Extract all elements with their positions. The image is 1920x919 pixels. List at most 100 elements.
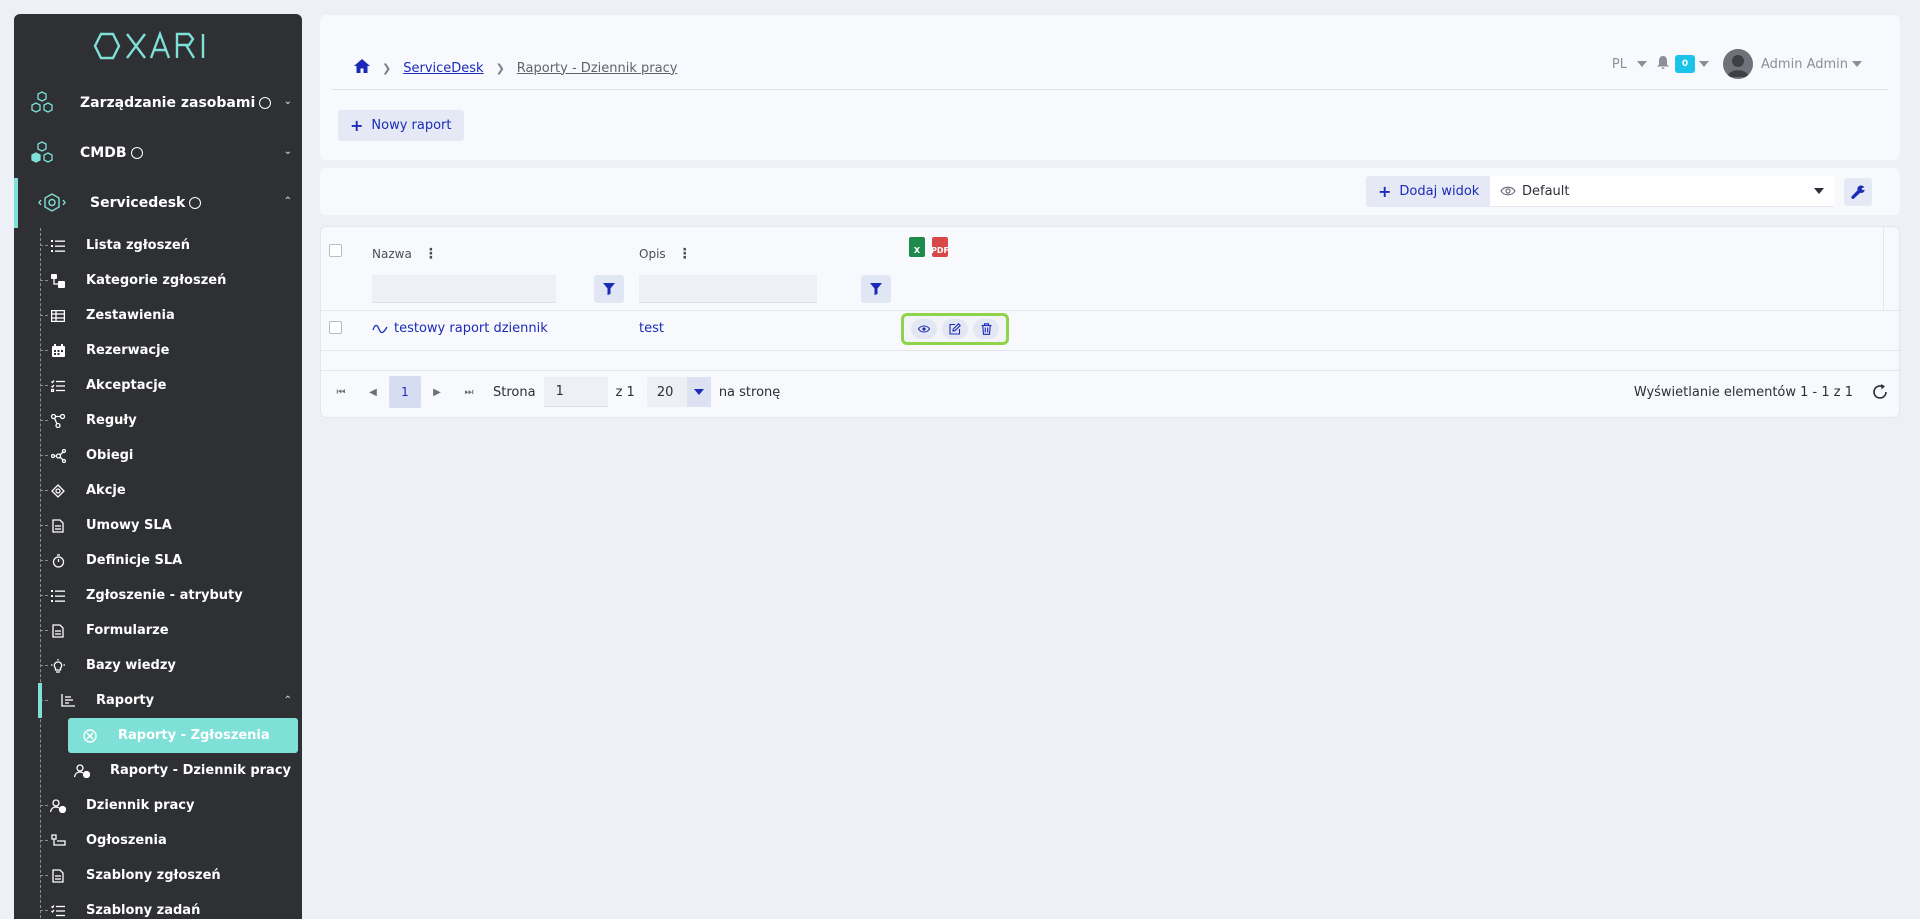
excel-export-icon[interactable]: X [909,237,925,257]
nav-cmdb[interactable]: CMDB ⌄ [14,128,302,178]
bell-icon[interactable] [1657,55,1669,73]
nav-label: CMDB [80,145,127,161]
sidebar-item-label: Lista zgłoszeń [86,238,190,253]
plus-icon: + [1378,182,1392,201]
calendar-icon [50,343,66,359]
page-header: ❯ ServiceDesk ❯ Raporty - Dziennik pracy… [320,15,1900,160]
lightbulb-icon [50,658,66,674]
delete-button[interactable] [973,319,1000,339]
filter-icon [603,283,615,295]
chevron-down-icon: ⌄ [283,96,292,107]
breadcrumb-current[interactable]: Raporty - Dziennik pracy [517,61,678,76]
last-page-icon[interactable]: ⏭ [453,376,485,408]
filter-button-opis[interactable] [861,275,891,303]
sidebar-item-label: Reguły [86,413,137,428]
caret-down-icon[interactable] [1852,61,1862,67]
chevron-up-icon: ⌃ [283,196,292,207]
new-report-button[interactable]: + Nowy raport [338,110,464,141]
per-page-label: na stronę [718,384,781,400]
sidebar-item-label: Rezerwacje [86,343,170,358]
table-row-name[interactable]: testowy raport dziennik [372,321,548,336]
sidebar-item-dziennik-pracy[interactable]: Dziennik pracy [14,788,302,823]
sidebar-item-szablony-zgloszen[interactable]: Szablony zgłoszeń [14,858,302,893]
report-tickets-icon [82,728,98,744]
sidebar-item-szablony-zadan[interactable]: Szablony zadań [14,893,302,919]
sidebar-item-ogloszenia[interactable]: Ogłoszenia [14,823,302,858]
filter-input-nazwa[interactable] [372,275,556,303]
column-menu-icon[interactable]: ⋮ [424,247,438,261]
column-label: Opis [639,247,666,261]
oxari-logo-icon [93,31,205,60]
filter-input-opis[interactable] [639,275,817,303]
edit-button[interactable] [941,319,968,339]
sidebar-item-bazy-wiedzy[interactable]: Bazy wiedzy [14,648,302,683]
reports-grid: Nazwa ⋮ Opis ⋮ X PDF testowy raport dzie… [320,226,1900,418]
sidebar-item-label: Ogłoszenia [86,833,167,848]
sidebar-item-raporty-dziennik-pracy[interactable]: Raporty - Dziennik pracy [14,753,302,788]
page-button-current[interactable]: 1 [389,376,421,408]
row-actions [901,313,1009,345]
sidebar-item-formularze[interactable]: Formularze [14,613,302,648]
nav-label: Servicedesk [90,195,186,211]
nav-servicedesk[interactable]: Servicedesk ⌃ [14,178,302,228]
row-description: test [639,321,664,336]
breadcrumb-servicedesk[interactable]: ServiceDesk [403,61,483,76]
pager-info: Wyświetlanie elementów 1 - 1 z 1 [1633,384,1853,400]
sidebar-group-raporty[interactable]: Raporty ⌃ [14,683,302,718]
sidebar-item-umowy-sla[interactable]: Umowy SLA [14,508,302,543]
filter-button-nazwa[interactable] [594,275,624,303]
sidebar-item-label: Zgłoszenie - atrybuty [86,588,243,603]
first-page-icon[interactable]: ⏮ [325,376,357,408]
page-size-select[interactable]: 20 [646,377,711,407]
pager: ⏮ ◀ 1 ▶ ⏭ Strona 1 z 1 20 na stronę Wyśw… [321,367,1899,417]
chevron-down-icon: ⌄ [283,146,292,157]
column-header-opis[interactable]: Opis ⋮ [639,247,692,261]
button-label: Dodaj widok [1399,184,1480,199]
hexagons-icon [26,87,58,119]
sidebar-item-reguly[interactable]: Reguły [14,403,302,438]
home-icon[interactable] [354,59,370,77]
refresh-icon[interactable] [1871,383,1889,401]
app-logo[interactable] [14,14,302,78]
chart-icon [60,693,76,709]
chevron-right-icon: ❯ [382,61,392,75]
sidebar-item-rezerwacje[interactable]: Rezerwacje [14,333,302,368]
pdf-export-icon[interactable]: PDF [931,237,949,257]
row-checkbox[interactable] [329,321,342,334]
prev-page-icon[interactable]: ◀ [357,376,389,408]
sidebar-item-definicje-sla[interactable]: Definicje SLA [14,543,302,578]
nav-zarzadzanie-zasobami[interactable]: Zarządzanie zasobami ⌄ [14,78,302,128]
user-name[interactable]: Admin Admin [1761,57,1848,72]
next-page-icon[interactable]: ▶ [421,376,453,408]
user-clock-icon [74,763,90,779]
column-header-nazwa[interactable]: Nazwa ⋮ [372,247,438,261]
eye-icon [917,325,930,333]
settings-button[interactable] [1844,178,1872,206]
language-selector[interactable]: PL [1612,57,1627,72]
sidebar-item-akcje[interactable]: Akcje [14,473,302,508]
sidebar-item-zestawienia[interactable]: Zestawienia [14,298,302,333]
sidebar-item-label: Obiegi [86,448,134,463]
row-divider [321,350,1899,351]
page-number-input[interactable]: 1 [543,377,608,407]
breadcrumb: ❯ ServiceDesk ❯ Raporty - Dziennik pracy [354,59,677,77]
sidebar-item-akceptacje[interactable]: Akceptacje [14,368,302,403]
sidebar-item-raporty-zgloszenia[interactable]: Raporty - Zgłoszenia [68,718,298,753]
view-button[interactable] [910,319,937,339]
avatar[interactable] [1723,49,1753,79]
notifications-badge[interactable]: 0 [1675,55,1695,73]
column-menu-icon[interactable]: ⋮ [678,247,692,261]
sidebar-item-obiegi[interactable]: Obiegi [14,438,302,473]
select-all-checkbox[interactable] [329,244,342,257]
add-view-button[interactable]: + Dodaj widok [1366,176,1492,207]
sidebar-item-lista-zgloszen[interactable]: Lista zgłoszeń [14,228,302,263]
caret-down-icon[interactable] [1699,61,1709,67]
sidebar-item-zgloszenie-atrybuty[interactable]: Zgłoszenie - atrybuty [14,578,302,613]
sidebar-item-kategorie-zgloszen[interactable]: Kategorie zgłoszeń [14,263,302,298]
sidebar-item-label: Szablony zadań [86,903,201,918]
caret-down-icon[interactable] [1637,61,1647,67]
chevron-up-icon: ⌃ [283,695,292,706]
categories-icon [50,273,66,289]
filter-icon [870,283,882,295]
view-select[interactable]: Default [1490,176,1834,207]
